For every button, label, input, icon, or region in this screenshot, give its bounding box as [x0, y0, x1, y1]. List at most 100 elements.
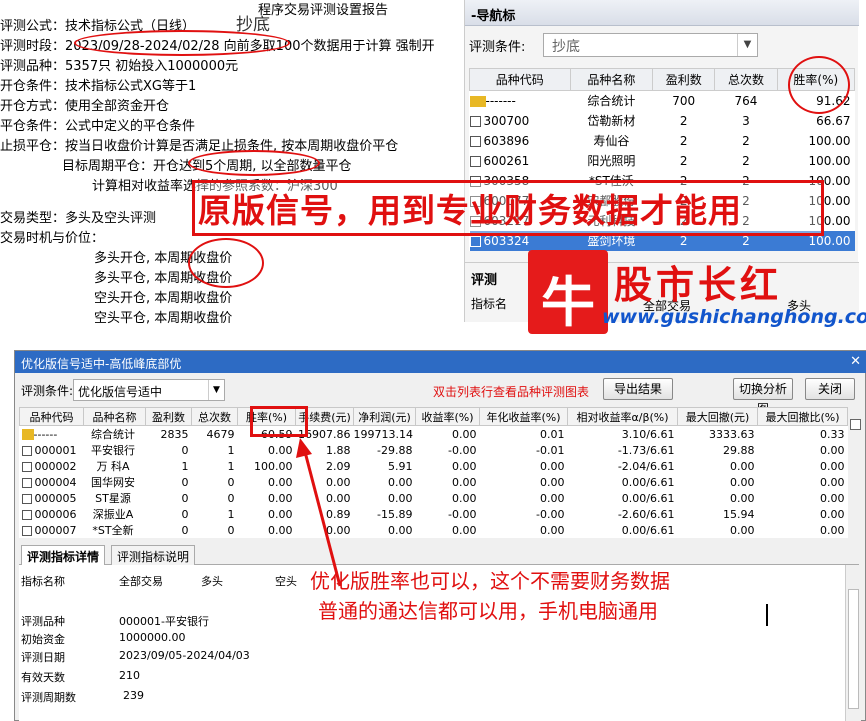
row-code-text: 000005	[34, 491, 77, 505]
col-relative[interactable]: 相对收益率α/β(%)	[567, 407, 678, 426]
row-relative: -2.60/6.61	[617, 507, 675, 521]
report-line-timing: 交易时机与价位：	[0, 231, 105, 246]
export-button[interactable]: 导出结果	[603, 378, 673, 400]
checkbox-icon[interactable]	[469, 155, 481, 167]
report-line-close: 平仓条件：公式中定义的平仓条件	[0, 119, 196, 134]
detail-h-long: 多头	[201, 575, 223, 588]
nav-panel-title[interactable]: 评测	[471, 269, 497, 288]
nav-cond-select[interactable]: 抄底 ▼	[543, 33, 758, 57]
row-drawdown: 15.94	[723, 507, 755, 521]
row-code-text: 000006	[34, 507, 77, 521]
col-profit[interactable]: 净利润(元)	[353, 407, 416, 426]
switch-chart-button[interactable]: 切换分析图	[733, 378, 793, 416]
row-drawdown-ratio: 0.00	[820, 491, 845, 505]
table-row[interactable]: 000004 国华网安 0 0 0.00 0.00 0.00 0.00 0.00 0.00/6.6…	[20, 474, 848, 490]
logo-name: 股市长红	[614, 262, 783, 307]
nav-col-code[interactable]: 品种代码	[469, 68, 571, 91]
checkbox-icon[interactable]	[21, 493, 32, 504]
row-win: 0	[181, 443, 189, 457]
row-drawdown: 0.00	[730, 459, 755, 473]
table-row[interactable]: 000002 万 科A 1 1 100.00 2.09 5.91 0.00 0.00 -2.04/…	[20, 458, 848, 474]
table-row[interactable]: 603896 寿仙谷 2 2 100.00	[469, 131, 855, 151]
col-annual[interactable]: 年化收益率(%)	[479, 407, 568, 426]
checkbox-icon[interactable]	[469, 235, 481, 247]
nav-header: -导航标	[465, 0, 859, 26]
row-total: 1	[227, 459, 235, 473]
table-row[interactable]: 000001 平安银行 0 1 0.00 1.88 -29.88 -0.00 -0.01 -1.7…	[20, 442, 848, 458]
row-code: 000001	[20, 442, 84, 458]
tab-detail[interactable]: 评测指标详情	[21, 545, 106, 565]
row-drawdown: 0.00	[730, 475, 755, 489]
annotation-text-bottom: 优化版胜率也可以，这个不需要财务数据 普通的通达信都可以用，手机电脑通用	[310, 566, 670, 626]
col-win[interactable]: 盈利数	[145, 407, 192, 426]
col-name[interactable]: 品种名称	[83, 407, 146, 426]
table-row[interactable]: ------ 综合统计 2835 4679 60.59 16907.86 199713.14…	[20, 426, 848, 443]
table-row[interactable]: 000007 *ST全新 0 0 0.00 0.00 0.00 0.00 0.00 0.00/6.…	[20, 522, 848, 538]
row-profit: 5.91	[388, 459, 413, 473]
row-total: 1	[227, 443, 235, 457]
chevron-down-icon[interactable]: ▼	[737, 34, 757, 56]
row-code: 000007	[20, 522, 84, 538]
row-name: 寿仙谷	[593, 134, 630, 148]
report-line-open-mode: 开仓方式：使用全部资金开仓	[0, 99, 170, 114]
table-scrollbar[interactable]	[849, 407, 863, 537]
row-annual: -0.01	[536, 443, 565, 457]
checkbox-icon[interactable]	[469, 135, 481, 147]
checkbox-icon[interactable]	[21, 461, 32, 472]
col-return[interactable]: 收益率(%)	[415, 407, 480, 426]
row-win: 2	[679, 153, 688, 168]
table-row[interactable]: 000006 深振业A 0 1 0.00 0.89 -15.89 -0.00 -0.00 -2.6…	[20, 506, 848, 522]
checkbox-icon[interactable]	[21, 477, 32, 488]
checkbox-icon[interactable]	[469, 115, 481, 127]
logo-url: www.gushichanghong.com	[602, 306, 866, 328]
col-code[interactable]: 品种代码	[19, 407, 84, 426]
row-total: 0	[227, 491, 235, 505]
row-total: 2	[742, 133, 750, 148]
table-row[interactable]: 600261 阳光照明 2 2 100.00	[469, 151, 855, 171]
row-drawdown-ratio: 0.00	[820, 459, 845, 473]
close-button[interactable]: 关闭	[805, 378, 855, 400]
tab-explain[interactable]: 评测指标说明	[111, 545, 196, 565]
row-code: ------	[20, 426, 84, 443]
highlight-box-rate	[250, 406, 308, 437]
col-drawdown-ratio[interactable]: 最大回撤比(%)	[757, 407, 848, 426]
detail-key: 评测周期数	[21, 691, 76, 704]
checkbox-icon[interactable]	[21, 445, 32, 456]
col-total[interactable]: 总次数	[191, 407, 238, 426]
col-drawdown[interactable]: 最大回撤(元)	[677, 407, 758, 426]
row-annual: 0.00	[540, 491, 565, 505]
detail-val: 1000000.00	[119, 631, 186, 644]
detail-scrollbar[interactable]	[845, 565, 861, 721]
row-name: *ST全新	[92, 524, 134, 537]
row-total: 0	[227, 475, 235, 489]
row-win: 0	[181, 507, 189, 521]
scroll-thumb[interactable]	[848, 589, 859, 709]
row-drawdown: 0.00	[730, 523, 755, 537]
row-relative: 0.00/6.61	[621, 475, 675, 489]
table-row[interactable]: 000005 ST星源 0 0 0.00 0.00 0.00 0.00 0.00 0.00/6.6…	[20, 490, 848, 506]
scroll-box[interactable]	[850, 419, 861, 430]
nav-col-name[interactable]: 品种名称	[569, 68, 654, 91]
detail-val: 210	[119, 669, 140, 682]
row-return: 0.00	[452, 475, 477, 489]
row-code-text: 000004	[34, 475, 77, 489]
row-total: 1	[227, 507, 235, 521]
folder-icon	[469, 95, 486, 107]
checkbox-icon[interactable]	[21, 525, 32, 536]
row-name: 国华网安	[91, 476, 135, 489]
row-rate: 100.00	[808, 153, 851, 168]
row-drawdown: 0.00	[730, 491, 755, 505]
row-code: -------	[485, 93, 516, 108]
nav-col-win[interactable]: 盈利数	[652, 68, 716, 91]
checkbox-icon[interactable]	[21, 509, 32, 520]
close-icon[interactable]: ✕	[850, 354, 861, 369]
table-row[interactable]: 300700 岱勒新材 2 3 66.67	[469, 111, 855, 131]
row-return: 0.00	[452, 491, 477, 505]
row-annual: 0.01	[540, 427, 565, 441]
row-return: 0.00	[452, 427, 477, 441]
report-line-stocks: 评测品种：5357只 初始投入1000000元	[0, 59, 239, 74]
nav-col-total[interactable]: 总次数	[714, 68, 778, 91]
row-drawdown-ratio: 0.00	[820, 475, 845, 489]
chevron-down-icon[interactable]: ▼	[208, 380, 224, 400]
cond-select[interactable]: 优化版信号适中 ▼	[73, 379, 225, 401]
